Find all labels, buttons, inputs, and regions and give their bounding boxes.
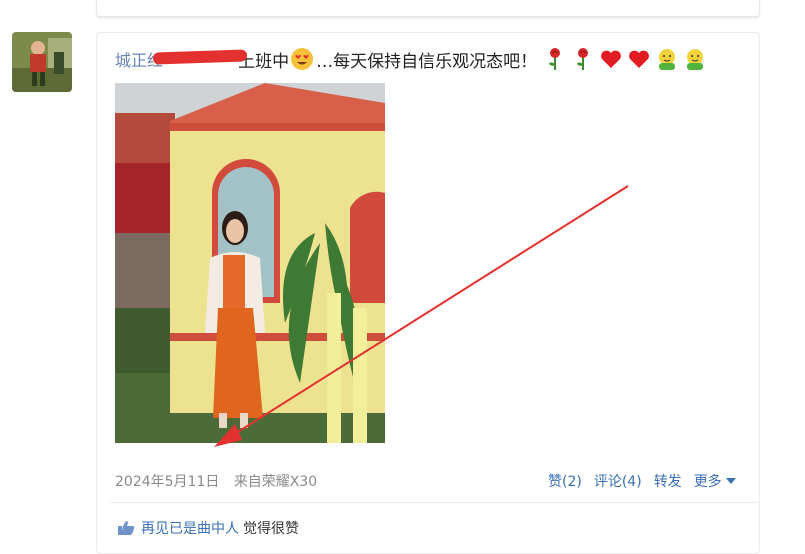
post-content: 城正红 上班中 …每天保持自信乐观况态吧！ [115,45,755,73]
likes-text: 觉得很赞 [243,521,299,537]
rose-icon [549,48,561,70]
red-heart-icon [629,50,650,68]
likes-summary: 再见已是曲中人 觉得很赞 [117,518,299,538]
heart-eyes-emoji-icon [291,48,314,70]
comment-button[interactable]: 评论(4) [594,471,642,491]
hug-emoji-icon [687,49,704,70]
liker-user[interactable]: 再见已是曲中人 [141,518,239,538]
post-source: 来自荣耀X30 [233,474,318,490]
previous-post-card [96,0,760,17]
post-actions: 赞(2) 评论(4) 转发 更多 [548,471,736,491]
divider [110,502,758,503]
post-username[interactable]: 城正红 [115,47,248,71]
hug-emoji-icon [659,49,676,70]
avatar[interactable] [12,32,72,92]
like-button[interactable]: 赞(2) [548,471,582,491]
post-text-continued: …每天保持自信乐观况态吧！ [316,51,538,72]
red-heart-icon [601,50,622,68]
more-button[interactable]: 更多 [694,471,736,491]
thumbs-up-icon [118,521,135,535]
post-photo[interactable] [115,83,385,443]
rose-icon [577,48,589,70]
repost-button[interactable]: 转发 [654,471,682,491]
redaction-scribble [152,49,248,65]
more-label: 更多 [693,474,722,490]
caret-down-icon [725,478,736,484]
post-meta: 2024年5月11日 来自荣耀X30 [115,471,317,491]
post-date[interactable]: 2024年5月11日 [115,474,219,490]
